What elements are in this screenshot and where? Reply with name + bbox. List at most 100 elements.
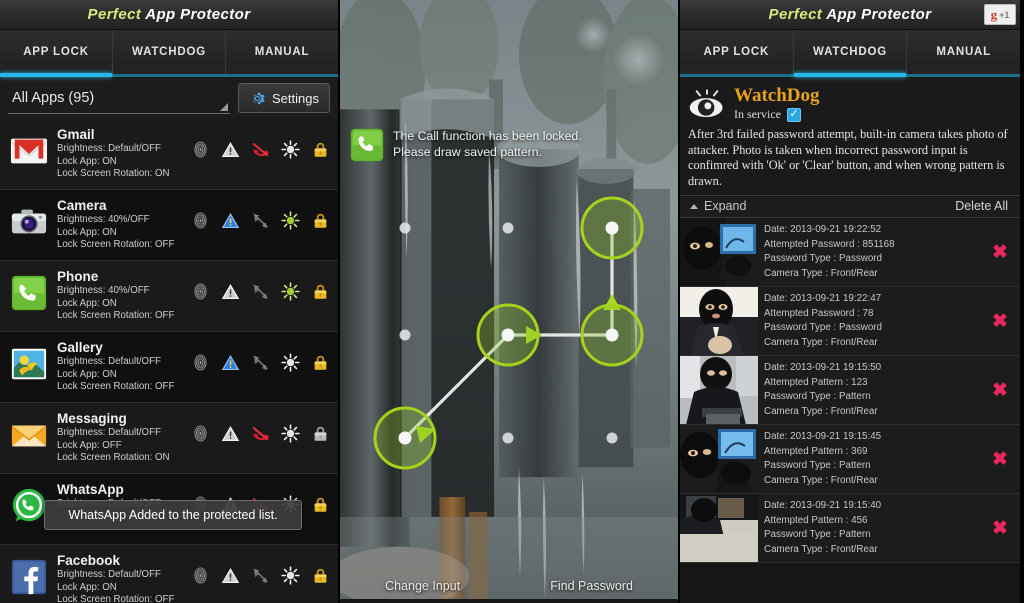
facebook-icon [10,558,48,596]
fingerprint-icon [194,425,207,442]
google-plus-one-badge[interactable]: g +1 [984,4,1016,25]
app-info: Gmail Brightness: Default/OFF Lock App: … [57,126,182,181]
lock-screen: The Call function has been locked. Pleas… [340,0,678,603]
tab-app-lock-label: APP LOCK [703,46,770,58]
watchdog-log-row[interactable]: Date: 2013-09-21 19:22:47 Attempted Pass… [680,287,1020,356]
app-title: Perfect App Protector [88,6,251,23]
delete-all-button[interactable]: Delete All [955,199,1008,213]
log-date: Date: 2013-09-21 19:15:45 [764,431,882,442]
screen-watchdog: Perfect App Protector g +1 APP LOCK WATC… [680,0,1020,603]
log-camera-type: Camera Type : Front/Rear [764,543,878,555]
tab-manual-label: MANUAL [254,46,310,58]
app-row[interactable]: Messaging Brightness: Default/OFF Lock A… [0,403,338,474]
app-info: Gallery Brightness: Default/OFF Lock App… [57,339,182,394]
watchdog-header-text: WatchDog In service ✓ [734,85,820,122]
app-filter-dropdown[interactable]: All Apps (95) [8,82,231,114]
app-name: WhatsApp [57,482,124,497]
lock-message-banner: The Call function has been locked. Pleas… [350,128,582,162]
watchdog-log-row[interactable]: Date: 2013-09-21 19:15:45 Attempted Patt… [680,425,1020,494]
change-input-button[interactable]: Change Input [385,579,460,593]
rotation-arrow-icon [253,213,268,228]
intruder-photo-thumbnail[interactable] [680,218,758,286]
camera-icon [10,203,48,241]
expand-button[interactable]: Expand [690,199,746,213]
watchdog-log-details: Date: 2013-09-21 19:22:52 Attempted Pass… [758,218,980,286]
watchdog-log-details: Date: 2013-09-21 19:22:47 Attempted Pass… [758,287,980,355]
tab-watchdog[interactable]: WATCHDOG [793,30,908,77]
watchdog-log-row[interactable]: Date: 2013-09-21 19:22:52 Attempted Pass… [680,218,1020,287]
google-g-icon: g [990,7,998,22]
app-lock-state: Lock App: ON [57,155,117,167]
tab-app-lock[interactable]: APP LOCK [0,30,113,77]
delete-log-button[interactable]: ✖ [980,287,1020,355]
pattern-lock-grid[interactable] [340,180,678,500]
log-date: Date: 2013-09-21 19:15:50 [764,362,882,373]
app-row[interactable]: Phone Brightness: 40%/OFF Lock App: ON L… [0,261,338,332]
log-attempt: Attempted Password : 78 [764,307,874,319]
tab-manual[interactable]: MANUAL [907,30,1020,74]
tab-manual[interactable]: MANUAL [226,30,338,74]
filter-bar: All Apps (95) Settings [0,77,338,119]
intruder-photo-thumbnail[interactable] [680,356,758,424]
titlebar-right: Perfect App Protector g +1 [680,0,1020,30]
tab-inactive-indicator [680,73,793,77]
rotation-arrow-icon [253,284,268,299]
app-rotation-state: Lock Screen Rotation: OFF [57,310,175,321]
log-password-type: Password Type : Pattern [764,529,871,540]
watchdog-service-label: In service [734,107,781,121]
delete-log-button[interactable]: ✖ [980,218,1020,286]
watchdog-service-checkbox[interactable]: ✓ [786,107,801,122]
fingerprint-icon [194,283,207,300]
phone-icon [350,128,384,162]
tab-watchdog[interactable]: WATCHDOG [113,30,226,74]
app-row[interactable]: Camera Brightness: 40%/OFF Lock App: ON … [0,190,338,261]
app-row[interactable]: Gallery Brightness: Default/OFF Lock App… [0,332,338,403]
app-title-rest: App Protector [145,6,251,23]
tab-app-lock[interactable]: APP LOCK [680,30,794,74]
log-camera-type: Camera Type : Front/Rear [764,336,878,348]
settings-button[interactable]: Settings [238,83,330,113]
app-name: Messaging [57,411,127,426]
intruder-photo-thumbnail[interactable] [680,425,758,493]
app-name: Camera [57,198,107,213]
toast-text: WhatsApp Added to the protected list. [68,508,278,522]
app-filter-value: All Apps (95) [12,89,95,106]
tabbar-left: APP LOCK WATCHDOG MANUAL [0,30,338,77]
intruder-photo-thumbnail[interactable] [680,287,758,355]
app-rotation-state: Lock Screen Rotation: ON [57,452,170,463]
lock-message: The Call function has been locked. Pleas… [393,128,582,160]
app-row[interactable]: Gmail Brightness: Default/OFF Lock App: … [0,119,338,190]
delete-log-button[interactable]: ✖ [980,425,1020,493]
app-status-icons [191,410,330,443]
app-rotation-state: Lock Screen Rotation: OFF [57,381,175,392]
delete-log-button[interactable]: ✖ [980,494,1020,562]
app-brightness: Brightness: 40%/OFF [57,285,150,296]
app-info: Camera Brightness: 40%/OFF Lock App: ON … [57,197,182,252]
watchdog-log-details: Date: 2013-09-21 19:15:50 Attempted Patt… [758,356,980,424]
app-name: Gallery [57,340,103,355]
app-lock-state: Lock App: OFF [57,439,122,451]
app-status-icons [191,552,330,585]
titlebar-left: Perfect App Protector [0,0,338,30]
watchdog-service-row[interactable]: In service ✓ [734,107,820,122]
lock-message-line1: The Call function has been locked. [393,129,582,143]
app-lock-state: Lock App: ON [57,368,117,380]
gear-icon [253,92,265,104]
app-row[interactable]: Facebook Brightness: Default/OFF Lock Ap… [0,545,338,603]
app-rotation-state: Lock Screen Rotation: ON [57,168,170,179]
lock-message-line2: Please draw saved pattern. [393,145,543,159]
delete-log-button[interactable]: ✖ [980,356,1020,424]
lock-action-bar: Change Input Find Password [340,579,678,593]
watchdog-header: WatchDog In service ✓ [680,77,1020,124]
delete-x-icon: ✖ [992,310,1008,332]
intruder-photo-thumbnail[interactable] [680,494,758,562]
watchdog-log-row[interactable]: Date: 2013-09-21 19:15:50 Attempted Patt… [680,356,1020,425]
screen-app-lock: Perfect App Protector APP LOCK WATCHDOG … [0,0,340,603]
log-password-type: Password Type : Password [764,253,882,264]
tab-app-lock-label: APP LOCK [23,46,89,58]
log-attempt: Attempted Pattern : 369 [764,445,868,457]
rotation-arrow-icon [253,355,268,370]
padlock-icon [314,426,327,441]
find-password-button[interactable]: Find Password [550,579,633,593]
watchdog-log-row[interactable]: Date: 2013-09-21 19:15:40 Attempted Patt… [680,494,1020,563]
